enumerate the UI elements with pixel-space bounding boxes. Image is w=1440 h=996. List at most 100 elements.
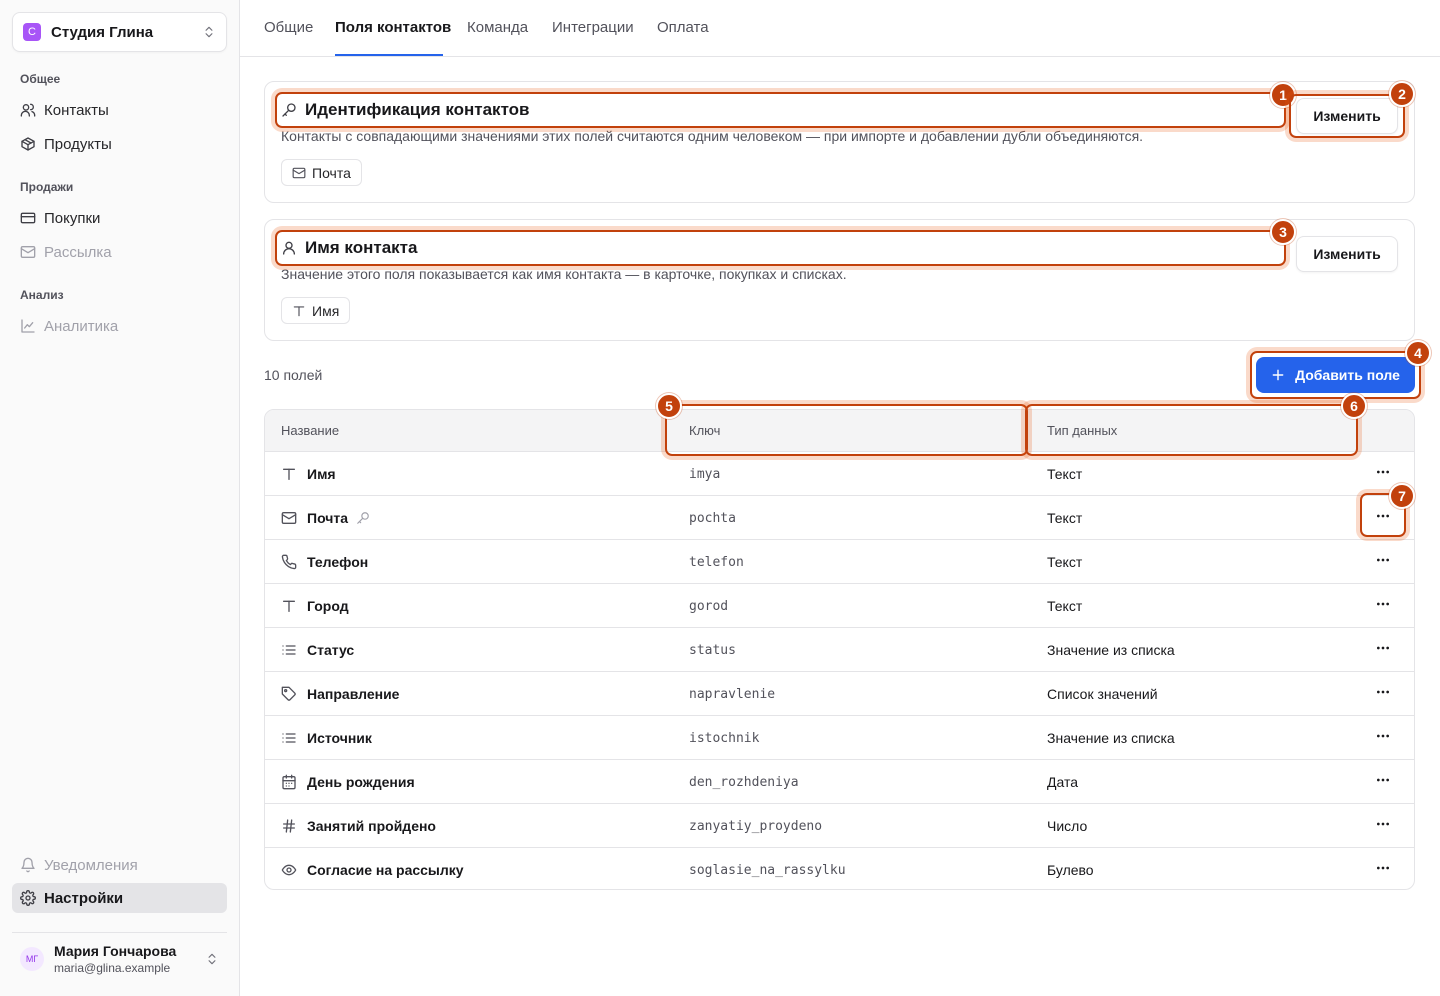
phone-icon (281, 554, 297, 570)
field-key: status (689, 642, 736, 658)
name-card-title: Имя контакта (305, 238, 418, 257)
field-name: Занятий пройдено (307, 818, 436, 834)
credit-card-icon (20, 210, 36, 226)
more-horizontal-icon (1375, 728, 1391, 749)
annotation-badge-5: 5 (656, 393, 682, 419)
field-name: Направление (307, 686, 400, 702)
annotation-badge-6: 6 (1341, 393, 1367, 419)
chevron-up-down-icon (202, 25, 216, 39)
more-menu-button[interactable] (1368, 548, 1398, 576)
more-menu-button[interactable] (1368, 812, 1398, 840)
text-icon (281, 598, 297, 614)
field-name: Имя (307, 466, 336, 482)
more-menu-button[interactable] (1368, 592, 1398, 620)
more-horizontal-icon (1375, 640, 1391, 661)
tab-billing[interactable]: Оплата (657, 19, 709, 36)
field-type: Булево (1047, 862, 1094, 878)
field-type: Значение из списка (1047, 642, 1175, 658)
more-horizontal-icon (1375, 860, 1391, 881)
field-type: Текст (1047, 554, 1083, 570)
fields-table: Название Ключ Тип данных Имя imya Текст … (264, 409, 1415, 890)
text-icon (281, 466, 297, 482)
chevron-up-down-icon (205, 952, 219, 966)
field-key: istochnik (689, 730, 760, 746)
nav-section-analysis: Анализ (20, 288, 64, 302)
field-name: Согласие на рассылку (307, 862, 464, 878)
sidebar-item-products[interactable]: Продукты (12, 129, 227, 159)
identity-card: Идентификация контактов Контакты с совпа… (264, 81, 1415, 203)
tab-contact-fields[interactable]: Поля контактов (335, 19, 451, 36)
sidebar-item-contacts[interactable]: Контакты (12, 95, 227, 125)
table-row[interactable]: Телефон telefon Текст (265, 540, 1414, 584)
table-row[interactable]: Источник istochnik Значение из списка (265, 716, 1414, 760)
table-row[interactable]: Статус status Значение из списка (265, 628, 1414, 672)
more-menu-button[interactable] (1368, 724, 1398, 752)
nav-section-general: Общее (20, 72, 61, 86)
hash-icon (281, 818, 297, 834)
list-icon (281, 730, 297, 746)
add-field-button[interactable]: Добавить поле (1256, 357, 1415, 393)
more-menu-button[interactable] (1368, 636, 1398, 664)
table-row[interactable]: Занятий пройдено zanyatiy_proydeno Число (265, 804, 1414, 848)
column-header-name: Название (281, 423, 340, 438)
sidebar-item-label: Уведомления (44, 856, 138, 874)
field-type: Дата (1047, 774, 1079, 790)
list-icon (281, 642, 297, 658)
more-horizontal-icon (1375, 464, 1391, 485)
more-menu-button[interactable] (1368, 504, 1398, 532)
tab-integrations[interactable]: Интеграции (552, 19, 634, 36)
workspace-switcher[interactable]: С Студия Глина (12, 12, 227, 52)
field-key: pochta (689, 510, 736, 526)
user-name: Мария Гончарова (54, 942, 177, 959)
more-menu-button[interactable] (1368, 680, 1398, 708)
more-horizontal-icon (1375, 508, 1391, 529)
column-header-key: Ключ (689, 423, 721, 438)
more-menu-button[interactable] (1368, 768, 1398, 796)
more-menu-button[interactable] (1368, 460, 1398, 488)
identity-card-description: Контакты с совпадающими значениями этих … (281, 128, 1144, 144)
field-key: gorod (689, 598, 729, 614)
mail-icon (20, 244, 36, 260)
field-name: День рождения (307, 774, 415, 790)
more-horizontal-icon (1375, 552, 1391, 573)
table-row[interactable]: Согласие на рассылку soglasie_na_rassylk… (265, 848, 1414, 889)
add-field-label: Добавить поле (1295, 367, 1400, 383)
field-key: zanyatiy_proydeno (689, 818, 823, 834)
more-menu-button[interactable] (1368, 856, 1398, 884)
field-key: soglasie_na_rassylku (689, 862, 846, 878)
sidebar-item-notifications[interactable]: Уведомления (12, 850, 227, 880)
plus-icon (1271, 368, 1285, 382)
table-row[interactable]: Направление napravlenie Список значений (265, 672, 1414, 716)
bell-icon (20, 857, 36, 873)
text-icon (292, 304, 306, 318)
sidebar-item-mailing[interactable]: Рассылка (12, 237, 227, 267)
sidebar-item-purchases[interactable]: Покупки (12, 203, 227, 233)
sidebar-item-settings[interactable]: Настройки (12, 883, 227, 913)
tab-general[interactable]: Общие (264, 19, 313, 36)
edit-identity-button[interactable]: Изменить (1296, 98, 1398, 134)
key-icon (356, 511, 370, 525)
sidebar-item-label: Продукты (44, 135, 112, 153)
workspace-name: Студия Глина (51, 23, 154, 41)
identity-card-title-row: Идентификация контактов (281, 100, 530, 120)
field-key: den_rozhdeniya (689, 774, 799, 790)
table-row[interactable]: День рождения den_rozhdeniya Дата (265, 760, 1414, 804)
settings-tabs: Общие Поля контактов Команда Интеграции … (240, 0, 1440, 57)
sidebar-item-label: Настройки (44, 889, 124, 907)
annotation-badge-7: 7 (1389, 483, 1415, 509)
users-icon (20, 102, 36, 118)
edit-name-button[interactable]: Изменить (1296, 236, 1398, 272)
table-row[interactable]: Город gorod Текст (265, 584, 1414, 628)
sidebar: С Студия Глина Общее Контакты Продукты П… (0, 0, 240, 996)
user-menu[interactable]: МГ Мария Гончарова maria@glina.example (12, 932, 227, 984)
field-count: 10 полей (264, 367, 323, 383)
tab-team[interactable]: Команда (467, 19, 528, 36)
sidebar-item-label: Рассылка (44, 243, 112, 261)
field-type: Число (1047, 818, 1088, 834)
field-name: Телефон (307, 554, 369, 570)
sidebar-item-analytics[interactable]: Аналитика (12, 311, 227, 341)
field-key: napravlenie (689, 686, 776, 702)
table-row[interactable]: Имя imya Текст (265, 452, 1414, 496)
table-row[interactable]: Почта pochta Текст (265, 496, 1414, 540)
tag-icon (281, 686, 297, 702)
